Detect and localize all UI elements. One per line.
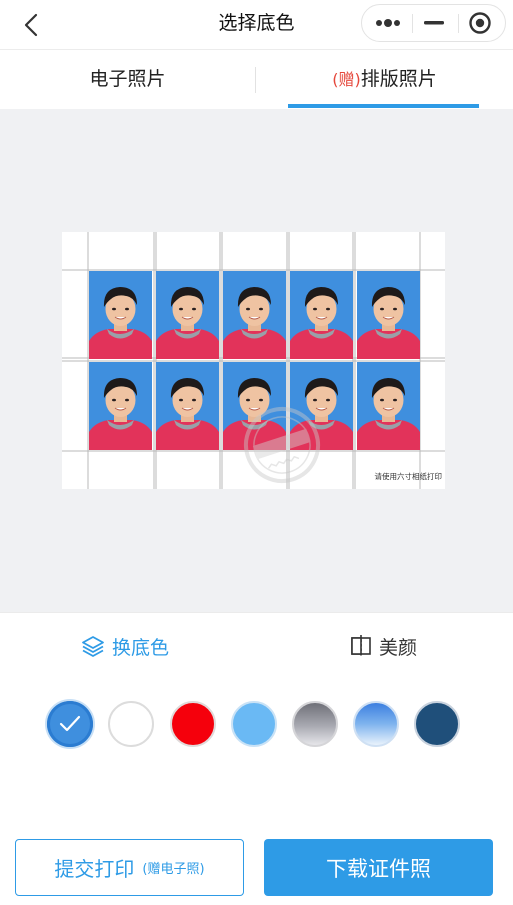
id-photo bbox=[156, 271, 219, 359]
submit-print-sublabel: (赠电子照) bbox=[142, 862, 205, 877]
gift-prefix: (赠) bbox=[332, 70, 361, 89]
id-photo bbox=[290, 362, 353, 450]
change-background-label: 换底色 bbox=[112, 636, 170, 659]
swatch-dark-blue[interactable] bbox=[414, 701, 460, 747]
id-photo bbox=[89, 362, 152, 450]
swatch-blue-gradient[interactable] bbox=[353, 701, 399, 747]
compare-icon bbox=[351, 635, 371, 657]
photo-type-tabs: 电子照片 (赠)排版照片 bbox=[0, 51, 513, 109]
target-circle-icon bbox=[469, 12, 491, 34]
beauty-label: 美颜 bbox=[379, 636, 418, 659]
close-button[interactable] bbox=[456, 5, 504, 41]
preview-area: 请使用六寸相纸打印 bbox=[0, 109, 513, 612]
more-button[interactable] bbox=[364, 5, 412, 41]
layers-icon bbox=[82, 636, 104, 657]
tab-label: 排版照片 bbox=[360, 68, 437, 90]
minimize-button[interactable] bbox=[410, 5, 458, 41]
mini-program-capsule bbox=[361, 4, 506, 42]
print-note: 请使用六寸相纸打印 bbox=[374, 472, 443, 481]
id-photo bbox=[357, 271, 420, 359]
tab-label: 电子照片 bbox=[89, 68, 166, 90]
submit-print-label: 提交打印 bbox=[54, 857, 135, 881]
more-dots-icon bbox=[376, 19, 400, 27]
id-photo bbox=[89, 271, 152, 359]
tab-layout-photo[interactable]: (赠)排版照片 bbox=[256, 51, 513, 109]
swatch-white[interactable] bbox=[108, 701, 154, 747]
swatch-light-blue[interactable] bbox=[231, 701, 277, 747]
download-photo-button[interactable]: 下载证件照 bbox=[264, 839, 493, 896]
id-photo bbox=[290, 271, 353, 359]
app-page: 选择底色 电子照片 (赠)排版照片 请使用六寸相纸打印 换底色 美颜 提交打印 … bbox=[0, 0, 513, 905]
top-navigation-bar: 选择底色 bbox=[0, 0, 513, 50]
checkmark-icon bbox=[59, 715, 81, 732]
tab-electronic-photo[interactable]: 电子照片 bbox=[0, 51, 255, 109]
swatch-blue[interactable] bbox=[47, 701, 93, 747]
beauty-button[interactable]: 美颜 bbox=[350, 613, 417, 679]
id-photo bbox=[156, 362, 219, 450]
tool-row: 换底色 美颜 bbox=[0, 612, 513, 680]
swatch-red[interactable] bbox=[170, 701, 216, 747]
active-tab-indicator bbox=[288, 104, 479, 108]
id-photo bbox=[223, 271, 286, 359]
background-color-picker bbox=[0, 690, 513, 760]
swatch-gray-gradient[interactable] bbox=[292, 701, 338, 747]
layout-sheet: 请使用六寸相纸打印 bbox=[62, 232, 445, 489]
change-background-button[interactable]: 换底色 bbox=[81, 613, 169, 679]
submit-print-button[interactable]: 提交打印 (赠电子照) bbox=[15, 839, 244, 896]
minimize-icon bbox=[424, 21, 444, 25]
id-photo bbox=[223, 362, 286, 450]
id-photo bbox=[357, 362, 420, 450]
